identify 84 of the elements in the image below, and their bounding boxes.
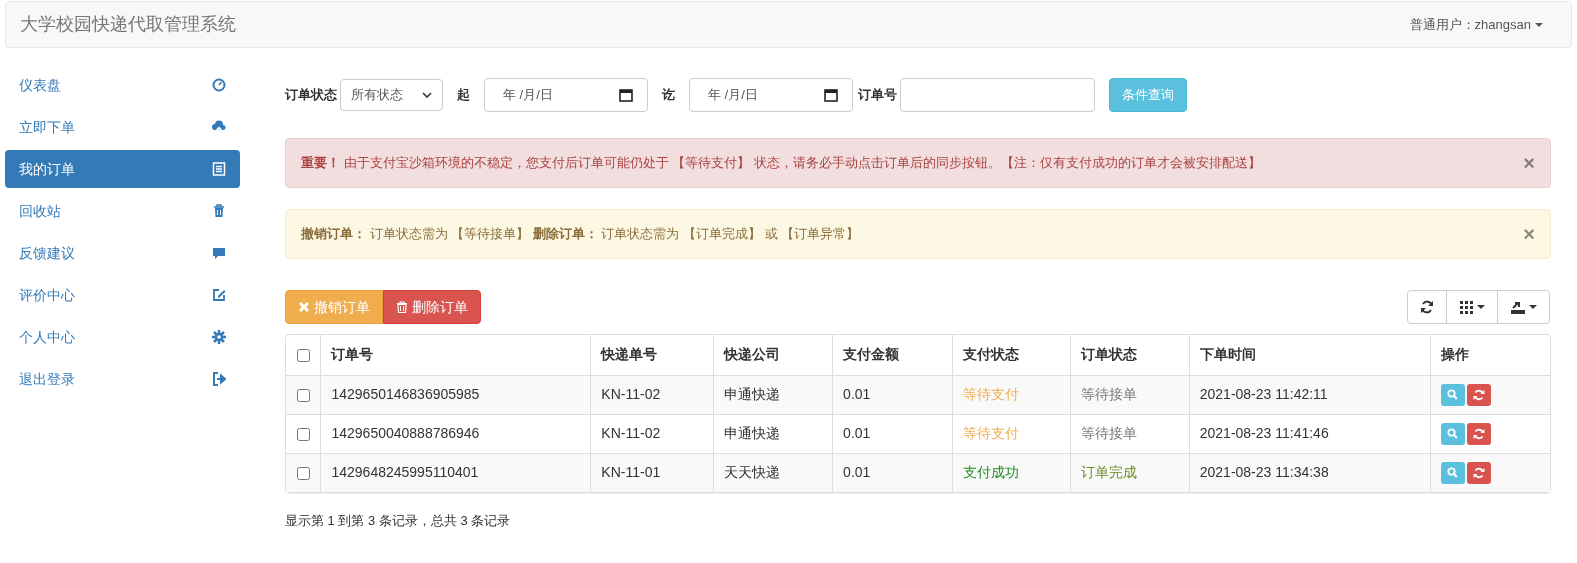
table-cell: 等待支付 bbox=[963, 386, 1019, 402]
alert-message: 撤销订单： 订单状态需为 【等待接单】 删除订单： 订单状态需为 【订单完成】 或 【订单异常】 bbox=[301, 225, 860, 244]
order-number-field[interactable] bbox=[900, 78, 1095, 112]
table-cell: KN-11-02 bbox=[601, 386, 661, 402]
column-header: 支付状态 bbox=[963, 346, 1019, 363]
column-header: 下单时间 bbox=[1199, 346, 1256, 363]
trash-icon bbox=[396, 301, 408, 313]
sidebar-item[interactable]: 反馈建议 bbox=[5, 234, 240, 272]
column-header: 订单号 bbox=[331, 346, 374, 363]
filter-label: 订单状态 bbox=[285, 86, 337, 105]
refresh-icon bbox=[1472, 388, 1485, 401]
date-field[interactable]: 年 /月/日 bbox=[689, 78, 853, 112]
grid-icon bbox=[1459, 300, 1473, 314]
caret-icon bbox=[1535, 22, 1543, 27]
table-cell: 0.01 bbox=[843, 386, 871, 402]
calendar-icon bbox=[824, 88, 838, 102]
sidebar-item[interactable]: 个人中心 bbox=[5, 318, 240, 356]
table-cell: 0.01 bbox=[843, 425, 871, 441]
sidebar-item[interactable]: 评价中心 bbox=[5, 276, 240, 314]
table-cell: 等待支付 bbox=[963, 425, 1019, 441]
search-icon bbox=[1447, 428, 1458, 439]
trash-icon bbox=[212, 204, 226, 218]
close-button[interactable]: × bbox=[1523, 224, 1535, 244]
checkbox[interactable] bbox=[296, 388, 310, 402]
app-title: 大学校园快递代取管理系统 bbox=[20, 13, 236, 36]
table-cell: 2021-08-23 11:34:38 bbox=[1199, 464, 1329, 481]
table-cell: 2021-08-23 11:41:46 bbox=[1199, 425, 1329, 441]
checkbox[interactable] bbox=[296, 349, 310, 363]
edit-icon bbox=[212, 288, 226, 302]
column-header: 快递公司 bbox=[724, 346, 781, 363]
sidebar-item[interactable]: 我的订单 bbox=[5, 150, 240, 188]
gauge-icon bbox=[212, 78, 226, 92]
refresh-icon bbox=[1420, 300, 1434, 314]
filter-label: 起 bbox=[457, 86, 470, 105]
sync-button[interactable] bbox=[1466, 422, 1491, 445]
table-cell: 1429648245995110401 bbox=[331, 464, 479, 481]
calendar-icon bbox=[619, 88, 633, 102]
checkbox[interactable] bbox=[296, 467, 310, 481]
table-cell: KN-11-01 bbox=[601, 464, 661, 481]
checkbox[interactable] bbox=[296, 427, 310, 441]
table-cell: 等待接单 bbox=[1080, 425, 1137, 441]
sidebar-item[interactable]: 仪表盘 bbox=[5, 66, 240, 104]
delete-order-button[interactable]: 删除订单 bbox=[383, 290, 481, 324]
table-cell: KN-11-02 bbox=[601, 425, 661, 441]
table-cell: 0.01 bbox=[843, 464, 871, 481]
table-cell: 申通快递 bbox=[724, 386, 781, 402]
pagination-info: 显示第 1 到第 3 条记录，总共 3 条记录 bbox=[285, 512, 512, 530]
table-cell: 1429650040888786946 bbox=[331, 425, 480, 441]
sidebar-item[interactable]: 立即下单 bbox=[5, 108, 240, 146]
column-header: 支付金额 bbox=[843, 346, 900, 363]
refresh-icon bbox=[1472, 427, 1485, 440]
sidebar-item[interactable]: 退出登录 bbox=[5, 360, 240, 398]
column-header: 订单状态 bbox=[1080, 346, 1137, 363]
date-field[interactable]: 年 /月/日 bbox=[484, 78, 648, 112]
user-menu[interactable]: 普通用户：zhangsan bbox=[1409, 14, 1557, 35]
search-icon bbox=[1447, 467, 1458, 479]
filter-label: 订单号 bbox=[858, 86, 897, 105]
sync-button[interactable] bbox=[1466, 461, 1491, 484]
logout-icon bbox=[212, 372, 226, 386]
table-cell: 天天快递 bbox=[724, 464, 781, 481]
export-icon bbox=[1510, 300, 1525, 314]
search-icon bbox=[1447, 389, 1458, 400]
speech-bubble-icon bbox=[212, 246, 226, 260]
filter-label: 讫 bbox=[662, 86, 675, 105]
status-select[interactable]: 所有状态 bbox=[340, 79, 443, 111]
settings-icon bbox=[212, 330, 226, 344]
table-cell: 订单完成 bbox=[1080, 464, 1137, 481]
caret-icon bbox=[1476, 305, 1485, 309]
table-cell: 等待接单 bbox=[1080, 386, 1137, 402]
table-cell: 1429650146836905985 bbox=[331, 386, 480, 402]
alert-message: 重要！ 由于支付宝沙箱环境的不稳定，您支付后订单可能仍处于 【等待支付】 状态，请务必手动点击订单后的同步按钮。【注：仅有支付成功的订单才会被安排配送】 bbox=[301, 154, 1261, 173]
close-button[interactable]: × bbox=[1523, 153, 1535, 173]
close-icon bbox=[298, 301, 310, 313]
table-cell: 2021-08-23 11:42:11 bbox=[1199, 386, 1328, 402]
sidebar-item[interactable]: 回收站 bbox=[5, 192, 240, 230]
chevron-down-icon bbox=[422, 92, 432, 98]
table-cell: 申通快递 bbox=[724, 425, 781, 441]
list-icon bbox=[212, 162, 226, 176]
refresh-icon bbox=[1472, 466, 1485, 479]
sync-button[interactable] bbox=[1466, 383, 1491, 406]
column-header: 快递单号 bbox=[601, 346, 658, 363]
table-cell: 支付成功 bbox=[963, 464, 1019, 481]
caret-icon bbox=[1528, 305, 1537, 309]
column-header: 操作 bbox=[1440, 346, 1469, 363]
